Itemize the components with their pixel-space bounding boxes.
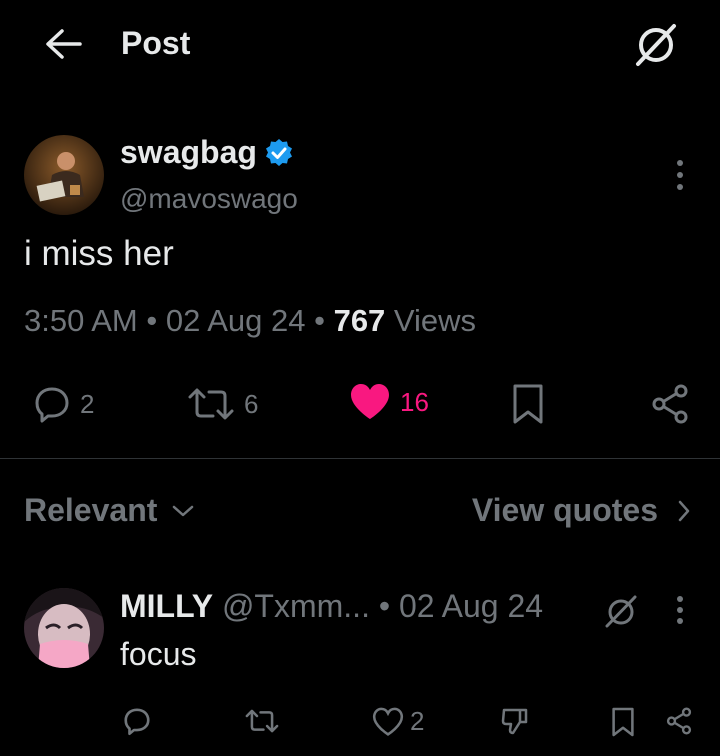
- chevron-down-icon: [173, 505, 194, 516]
- repost-button[interactable]: 6: [186, 384, 258, 424]
- arrow-left-icon: [46, 29, 82, 59]
- post-text: i miss her: [24, 234, 174, 273]
- bookmark-icon: [513, 384, 543, 424]
- reply-count: 2: [80, 388, 95, 419]
- author-handle[interactable]: @mavoswago: [120, 183, 298, 215]
- grok-icon: [605, 595, 637, 628]
- page-title: Post: [121, 25, 191, 61]
- meta-separator: •: [137, 303, 166, 338]
- reply-like-count: 2: [410, 706, 425, 736]
- reply-button[interactable]: 2: [32, 384, 94, 424]
- reply-icon: [35, 387, 69, 423]
- views-label: Views: [385, 303, 477, 338]
- bookmark-button[interactable]: [510, 382, 546, 426]
- more-vertical-icon: [677, 596, 683, 624]
- back-button[interactable]: [40, 24, 88, 64]
- reply-dislike-button[interactable]: [500, 706, 530, 736]
- repost-icon: [188, 388, 234, 420]
- meta-separator: •: [305, 303, 334, 338]
- author-avatar[interactable]: [24, 135, 104, 215]
- view-quotes-label: View quotes: [471, 492, 658, 528]
- like-button[interactable]: 16: [348, 382, 429, 422]
- views-count: 767: [333, 303, 386, 338]
- reply-share-button[interactable]: [664, 706, 694, 736]
- sort-dropdown[interactable]: Relevant: [24, 492, 195, 529]
- like-count: 16: [400, 386, 429, 417]
- chevron-right-icon: [678, 500, 690, 521]
- sort-label: Relevant: [24, 492, 158, 528]
- meta-separator: •: [369, 588, 399, 624]
- post-meta: 3:50 AM • 02 Aug 24 • 767 Views: [24, 303, 476, 339]
- view-quotes-link[interactable]: View quotes: [472, 492, 692, 529]
- share-icon: [666, 707, 692, 735]
- reply-bookmark-button[interactable]: [610, 706, 636, 738]
- reply-grok-button[interactable]: [602, 592, 640, 630]
- thumbs-down-icon: [501, 708, 528, 735]
- author-name[interactable]: swagbag: [120, 134, 257, 171]
- grok-button[interactable]: [630, 18, 682, 70]
- reply-date[interactable]: 02 Aug 24: [399, 588, 543, 624]
- share-icon: [652, 384, 688, 424]
- reply-reply-button[interactable]: [122, 706, 152, 736]
- reply-more-options-button[interactable]: [664, 592, 696, 628]
- bookmark-icon: [612, 707, 634, 737]
- reply-repost-button[interactable]: [244, 706, 280, 736]
- verified-badge-icon: [265, 138, 292, 166]
- reply-icon: [124, 708, 150, 736]
- heart-icon: [372, 707, 404, 736]
- heart-filled-icon: [351, 384, 389, 419]
- post-time[interactable]: 3:50 AM: [24, 303, 138, 338]
- reply-text: focus: [120, 636, 197, 672]
- repost-count: 6: [244, 388, 259, 419]
- more-vertical-icon: [677, 160, 683, 190]
- reply-avatar[interactable]: [24, 588, 104, 668]
- reply-author-name[interactable]: MILLY: [120, 588, 213, 624]
- reply-author-handle[interactable]: @Txmm...: [222, 588, 370, 624]
- share-button[interactable]: [648, 382, 692, 426]
- repost-icon: [245, 709, 279, 733]
- divider: [0, 458, 720, 459]
- grok-icon: [636, 24, 676, 66]
- post-date[interactable]: 02 Aug 24: [166, 303, 306, 338]
- reply-like-button[interactable]: 2: [372, 706, 424, 737]
- more-options-button[interactable]: [664, 155, 696, 195]
